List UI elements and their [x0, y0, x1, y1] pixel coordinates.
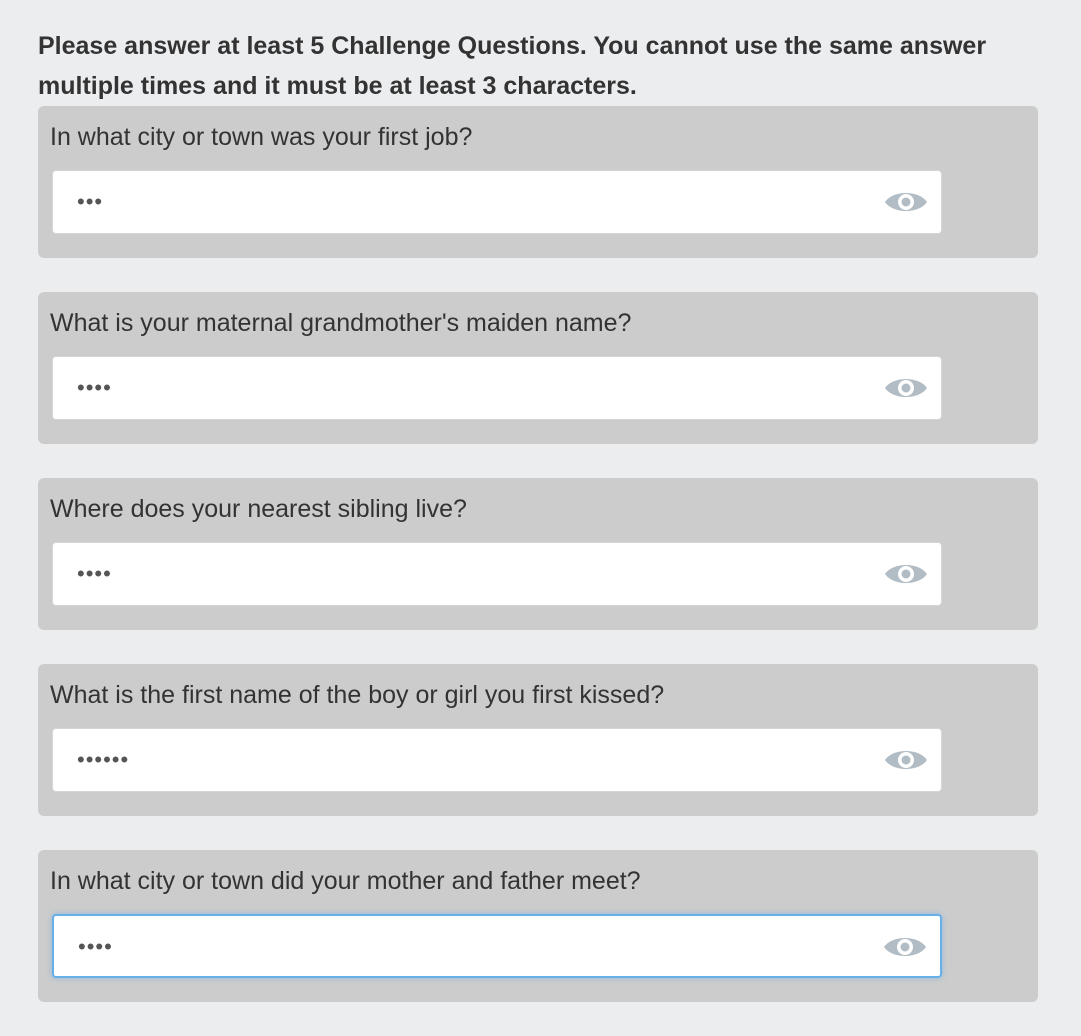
- challenge-questions-form: Please answer at least 5 Challenge Quest…: [38, 26, 1038, 1036]
- question-panel-4: What is the first name of the boy or gir…: [38, 664, 1038, 816]
- masked-answer: ••••: [77, 561, 112, 586]
- question-label: In what city or town was your first job?: [50, 123, 473, 151]
- answer-field-2[interactable]: ••••: [52, 356, 942, 420]
- masked-answer: •••: [77, 189, 104, 214]
- masked-answer: ••••••: [77, 747, 130, 772]
- instructions-text: Please answer at least 5 Challenge Quest…: [38, 32, 987, 100]
- question-label: What is your maternal grandmother's maid…: [50, 309, 632, 337]
- answer-field-1[interactable]: •••: [52, 170, 942, 234]
- answer-field-4[interactable]: ••••••: [52, 728, 942, 792]
- eye-icon[interactable]: [883, 185, 929, 219]
- eye-icon[interactable]: [883, 371, 929, 405]
- question-label: What is the first name of the boy or gir…: [50, 681, 665, 709]
- eye-icon[interactable]: [882, 930, 928, 964]
- eye-icon[interactable]: [883, 743, 929, 777]
- answer-field-5[interactable]: ••••: [52, 914, 942, 978]
- eye-icon[interactable]: [883, 557, 929, 591]
- question-panel-5: In what city or town did your mother and…: [38, 850, 1038, 1002]
- answer-field-3[interactable]: ••••: [52, 542, 942, 606]
- question-label: In what city or town did your mother and…: [50, 867, 641, 895]
- question-panel-1: In what city or town was your first job?…: [38, 106, 1038, 258]
- masked-answer: ••••: [78, 934, 113, 959]
- masked-answer: ••••: [77, 375, 112, 400]
- question-panel-3: Where does your nearest sibling live? ••…: [38, 478, 1038, 630]
- question-label: Where does your nearest sibling live?: [50, 495, 467, 523]
- question-panel-2: What is your maternal grandmother's maid…: [38, 292, 1038, 444]
